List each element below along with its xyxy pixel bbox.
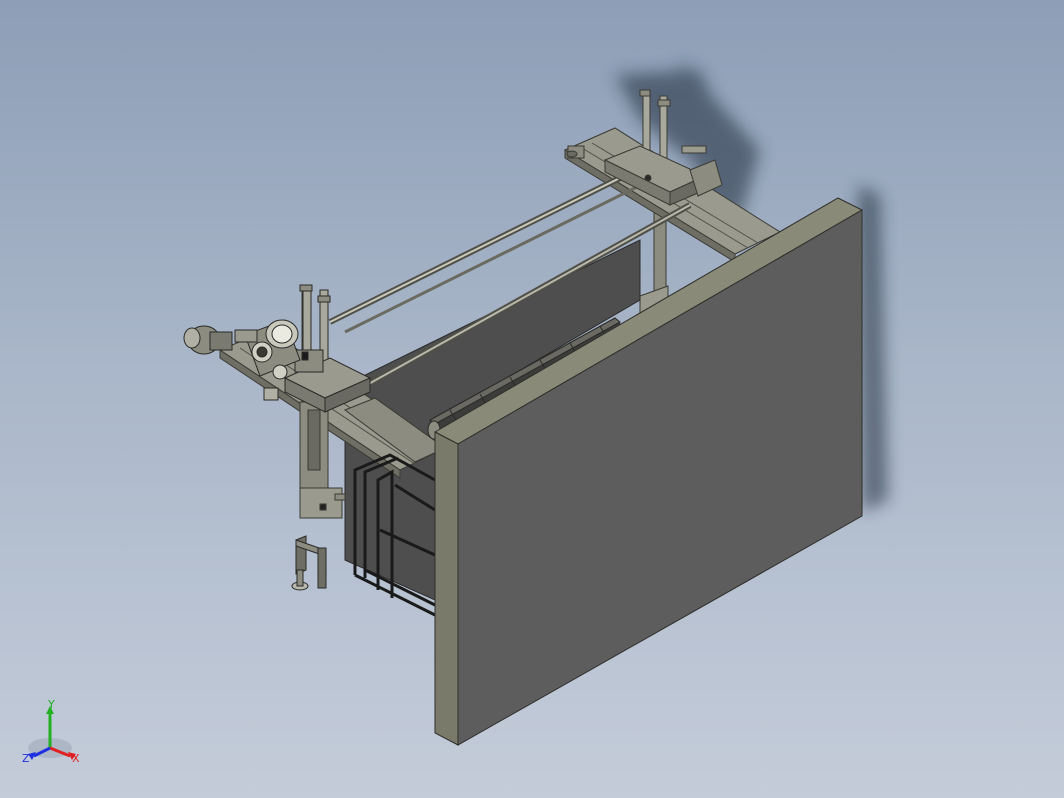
x-axis-label: X [72,752,80,765]
y-axis-label: Y [47,700,55,711]
coordinate-triad[interactable]: Y X Z [20,700,90,770]
isometric-model-view[interactable] [0,0,1064,798]
cad-viewport[interactable]: Y X Z [0,0,1064,798]
front-carriage-with-motors [183,284,372,413]
front-display-panel [433,197,864,746]
left-foot-bracket [291,535,327,591]
z-axis-label: Z [22,752,30,765]
